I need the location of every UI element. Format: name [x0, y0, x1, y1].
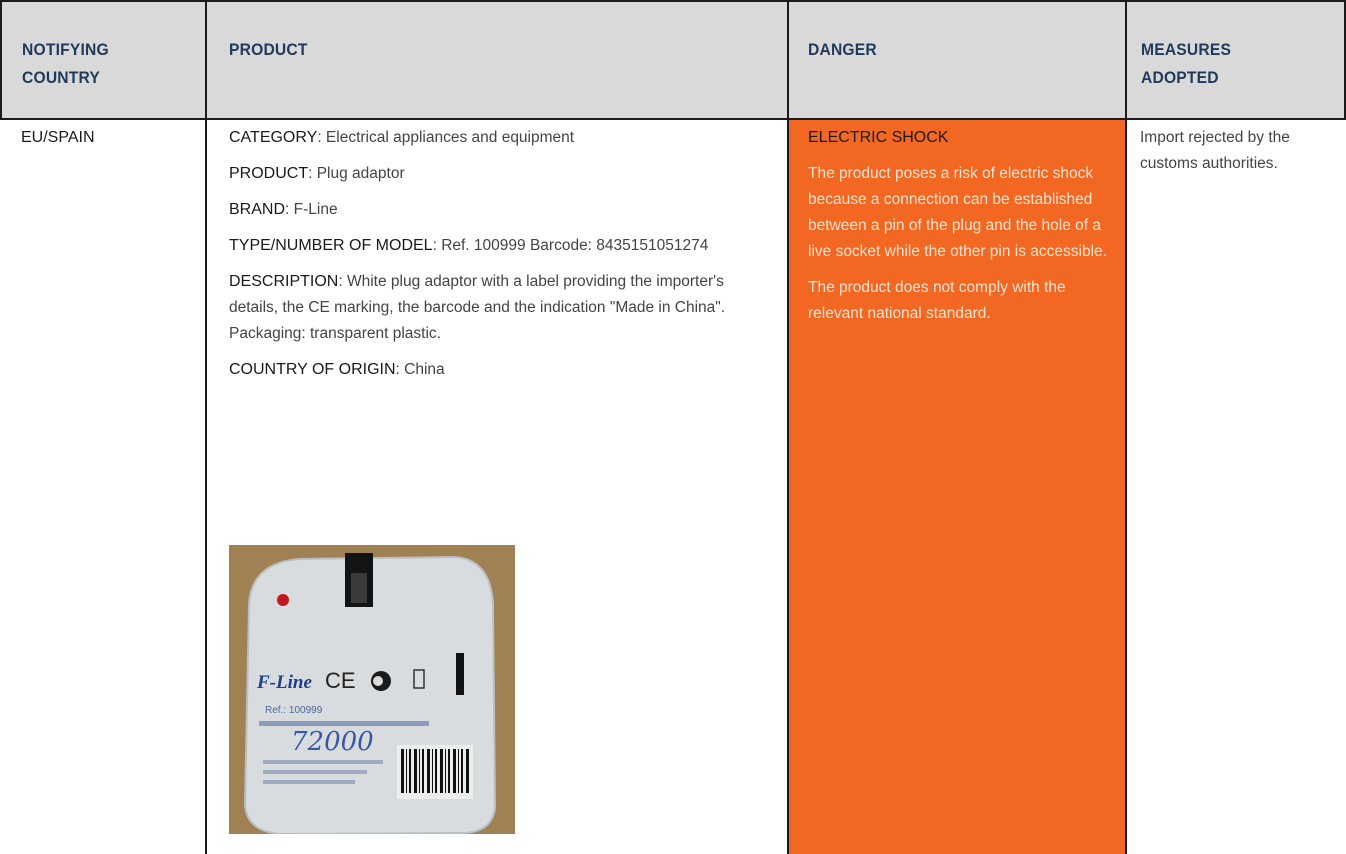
danger-title: ELECTRIC SHOCK [808, 129, 949, 146]
product-name: PRODUCT: Plug adaptor [229, 165, 405, 182]
product-cell: CATEGORY: Electrical appliances and equi… [229, 125, 774, 393]
product-brand: BRAND: F-Line [229, 201, 338, 218]
svg-text:F-Line: F-Line [256, 672, 312, 693]
svg-text:CE: CE [325, 668, 356, 693]
header-divider [0, 118, 1346, 120]
danger-compliance: The product does not comply with the rel… [808, 279, 1066, 322]
product-description: DESCRIPTION: White plug adaptor with a l… [229, 273, 726, 342]
danger-description: The product poses a risk of electric sho… [808, 165, 1107, 260]
danger-cell: ELECTRIC SHOCK The product poses a risk … [808, 125, 1113, 337]
barcode [397, 745, 473, 799]
product-category: CATEGORY: Electrical appliances and equi… [229, 129, 575, 146]
header-notifying-country: NOTIFYING COUNTRY [22, 40, 109, 87]
svg-text:Ref.: 100999: Ref.: 100999 [265, 705, 323, 716]
header-product: PRODUCT [229, 40, 308, 59]
indicator-light [277, 594, 289, 606]
table-border-top [0, 0, 1346, 2]
product-photo: F-Line CE Ref.: 100999 72000 [229, 545, 515, 834]
header-danger: DANGER [808, 40, 877, 59]
handwritten-number: 72000 [291, 727, 374, 757]
product-origin: COUNTRY OF ORIGIN: China [229, 361, 445, 378]
notification-table: NOTIFYING COUNTRY PRODUCT DANGER MEASURE… [0, 0, 1346, 854]
column-divider-3 [1125, 0, 1127, 854]
notifying-country-value: EU/SPAIN [21, 129, 95, 146]
column-divider-1 [205, 0, 207, 854]
product-model: TYPE/NUMBER OF MODEL: Ref. 100999 Barcod… [229, 237, 709, 254]
table-border-left [0, 0, 2, 120]
measures-adopted-value: Import rejected by the customs authoriti… [1140, 129, 1290, 172]
header-measures-adopted: MEASURES ADOPTED [1141, 40, 1232, 87]
plug-adaptor-image: F-Line CE Ref.: 100999 72000 [229, 545, 515, 834]
column-divider-2 [787, 0, 789, 854]
